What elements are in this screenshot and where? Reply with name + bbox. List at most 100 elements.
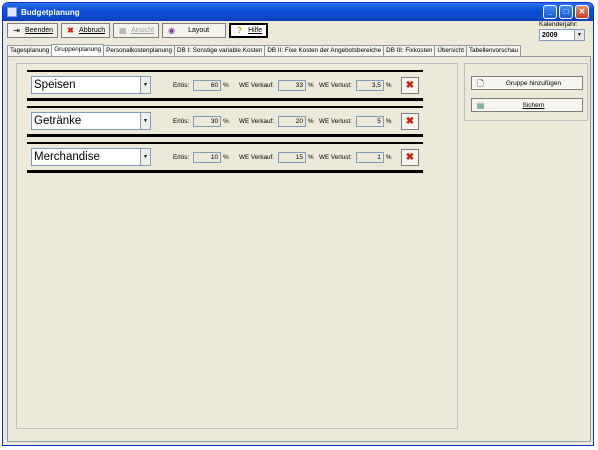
- title-bar[interactable]: Budgetplanung _ □ ✕: [3, 3, 593, 21]
- erloes-input[interactable]: 10: [193, 151, 222, 163]
- group-row: Merchandise ▼ Erlös: 10 % WE Verkauf: 15…: [27, 142, 423, 173]
- we-verkauf-label: WE Verkauf:: [239, 117, 274, 125]
- view-icon: ▦: [118, 26, 127, 35]
- group-select[interactable]: Speisen ▼: [31, 76, 151, 94]
- we-verkauf-field: WE Verkauf: 15 %: [239, 151, 314, 163]
- we-verkauf-input[interactable]: 15: [278, 151, 306, 163]
- layout-label: Layout: [188, 27, 210, 34]
- tab-content: Speisen ▼ Erlös: 60 % WE Verkauf: 33 % W…: [7, 56, 591, 442]
- group-name: Speisen: [34, 79, 76, 91]
- group-row: Getränke ▼ Erlös: 30 % WE Verkauf: 20 % …: [27, 106, 423, 137]
- erloes-label: Erlös:: [173, 153, 190, 161]
- exit-button[interactable]: ⇥ Beenden: [7, 23, 59, 38]
- delete-icon: ✖: [405, 116, 415, 127]
- tab-db3[interactable]: DB III: Fixkosten: [383, 45, 436, 56]
- help-icon: ?: [237, 26, 243, 35]
- group-select[interactable]: Getränke ▼: [31, 112, 151, 130]
- we-verlust-input[interactable]: 1: [355, 151, 384, 163]
- add-group-label: Gruppe hinzufügen: [505, 79, 562, 87]
- exit-label: Beenden: [25, 27, 54, 34]
- year-label: Kalenderjahr:: [539, 21, 578, 28]
- year-select[interactable]: 2009 ▼: [539, 29, 585, 41]
- tab-tagesplanung[interactable]: Tagesplanung: [7, 45, 53, 56]
- tab-gruppenplanung[interactable]: Gruppenplanung: [51, 44, 105, 56]
- actions-panel: 🗋 Gruppe hinzufügen ▤ Sichern: [464, 63, 588, 121]
- tab-personalkostenplanung[interactable]: Personalkostenplanung: [103, 45, 175, 56]
- help-button[interactable]: ? Hilfe: [229, 23, 269, 38]
- percent-sign: %: [308, 117, 314, 125]
- layout-icon: ◉: [168, 26, 176, 35]
- we-verkauf-field: WE Verkauf: 33 %: [239, 79, 314, 91]
- tab-db2[interactable]: DB II: Fixe Kosten der Angebotsbereiche: [264, 45, 385, 56]
- save-label: Sichern: [522, 101, 545, 109]
- chevron-down-icon[interactable]: ▼: [574, 30, 584, 40]
- we-verlust-field: WE Verlust: 5 %: [319, 115, 392, 127]
- groups-panel: Speisen ▼ Erlös: 60 % WE Verkauf: 33 % W…: [16, 63, 458, 429]
- percent-sign: %: [385, 81, 392, 89]
- delete-icon: ✖: [405, 80, 415, 91]
- save-button[interactable]: ▤ Sichern: [471, 98, 583, 112]
- tab-tabellenvorschau[interactable]: Tabellenvorschau: [465, 45, 521, 56]
- delete-group-button[interactable]: ✖: [401, 149, 419, 166]
- percent-sign: %: [223, 153, 229, 161]
- we-verlust-label: WE Verlust:: [319, 117, 352, 125]
- add-group-button[interactable]: 🗋 Gruppe hinzufügen: [471, 76, 583, 90]
- percent-sign: %: [308, 153, 314, 161]
- layout-button[interactable]: ◉ Layout: [162, 23, 227, 38]
- delete-icon: ✖: [405, 152, 415, 163]
- maximize-button[interactable]: □: [559, 5, 573, 19]
- group-name: Merchandise: [34, 151, 100, 163]
- tab-uebersicht[interactable]: Übersicht: [434, 45, 467, 56]
- cancel-button[interactable]: ✖ Abbruch: [61, 23, 111, 38]
- erloes-input[interactable]: 60: [193, 79, 222, 91]
- percent-sign: %: [385, 153, 392, 161]
- we-verkauf-input[interactable]: 20: [278, 115, 306, 127]
- we-verkauf-label: WE Verkauf:: [239, 153, 274, 161]
- erloes-field: Erlös: 10 %: [173, 151, 229, 163]
- percent-sign: %: [385, 117, 392, 125]
- percent-sign: %: [308, 81, 314, 89]
- year-selector-group: Kalenderjahr: 2009 ▼: [539, 21, 585, 41]
- group-row: Speisen ▼ Erlös: 60 % WE Verkauf: 33 % W…: [27, 70, 423, 101]
- percent-sign: %: [223, 117, 229, 125]
- toolbar: ⇥ Beenden ✖ Abbruch ▦ Ansicht ◉ Layout ?…: [7, 23, 269, 39]
- window-controls: _ □ ✕: [543, 5, 589, 19]
- minimize-button[interactable]: _: [543, 5, 557, 19]
- save-icon: ▤: [476, 100, 485, 110]
- app-icon: [7, 7, 17, 17]
- we-verkauf-input[interactable]: 33: [278, 79, 306, 91]
- we-verlust-label: WE Verlust:: [319, 81, 352, 89]
- exit-icon: ⇥: [13, 26, 20, 35]
- erloes-input[interactable]: 30: [193, 115, 222, 127]
- we-verkauf-field: WE Verkauf: 20 %: [239, 115, 314, 127]
- chevron-down-icon[interactable]: ▼: [140, 149, 150, 165]
- erloes-field: Erlös: 60 %: [173, 79, 229, 91]
- we-verkauf-label: WE Verkauf:: [239, 81, 274, 89]
- group-name: Getränke: [34, 115, 82, 127]
- erloes-field: Erlös: 30 %: [173, 115, 229, 127]
- tab-bar: Tagesplanung Gruppenplanung Personalkost…: [7, 44, 521, 56]
- we-verlust-input[interactable]: 3,5: [355, 79, 384, 91]
- new-document-icon: 🗋: [477, 78, 484, 88]
- erloes-label: Erlös:: [173, 117, 190, 125]
- erloes-label: Erlös:: [173, 81, 190, 89]
- chevron-down-icon[interactable]: ▼: [140, 113, 150, 129]
- we-verlust-field: WE Verlust: 3,5 %: [319, 79, 392, 91]
- cancel-icon: ✖: [67, 26, 74, 35]
- we-verlust-label: WE Verlust:: [319, 153, 352, 161]
- view-label: Ansicht: [131, 27, 155, 34]
- tab-db1[interactable]: DB I: Sonstige variable Kosten: [173, 45, 266, 56]
- we-verlust-field: WE Verlust: 1 %: [319, 151, 392, 163]
- delete-group-button[interactable]: ✖: [401, 113, 419, 130]
- help-label: Hilfe: [248, 27, 263, 34]
- window-title: Budgetplanung: [21, 7, 80, 17]
- delete-group-button[interactable]: ✖: [401, 77, 419, 94]
- close-button[interactable]: ✕: [575, 5, 589, 19]
- percent-sign: %: [223, 81, 229, 89]
- main-window: Budgetplanung _ □ ✕ ⇥ Beenden ✖ Abbruch …: [2, 2, 594, 446]
- group-select[interactable]: Merchandise ▼: [31, 148, 151, 166]
- chevron-down-icon[interactable]: ▼: [140, 77, 150, 93]
- year-value: 2009: [542, 31, 558, 39]
- we-verlust-input[interactable]: 5: [355, 115, 384, 127]
- view-button[interactable]: ▦ Ansicht: [113, 23, 160, 38]
